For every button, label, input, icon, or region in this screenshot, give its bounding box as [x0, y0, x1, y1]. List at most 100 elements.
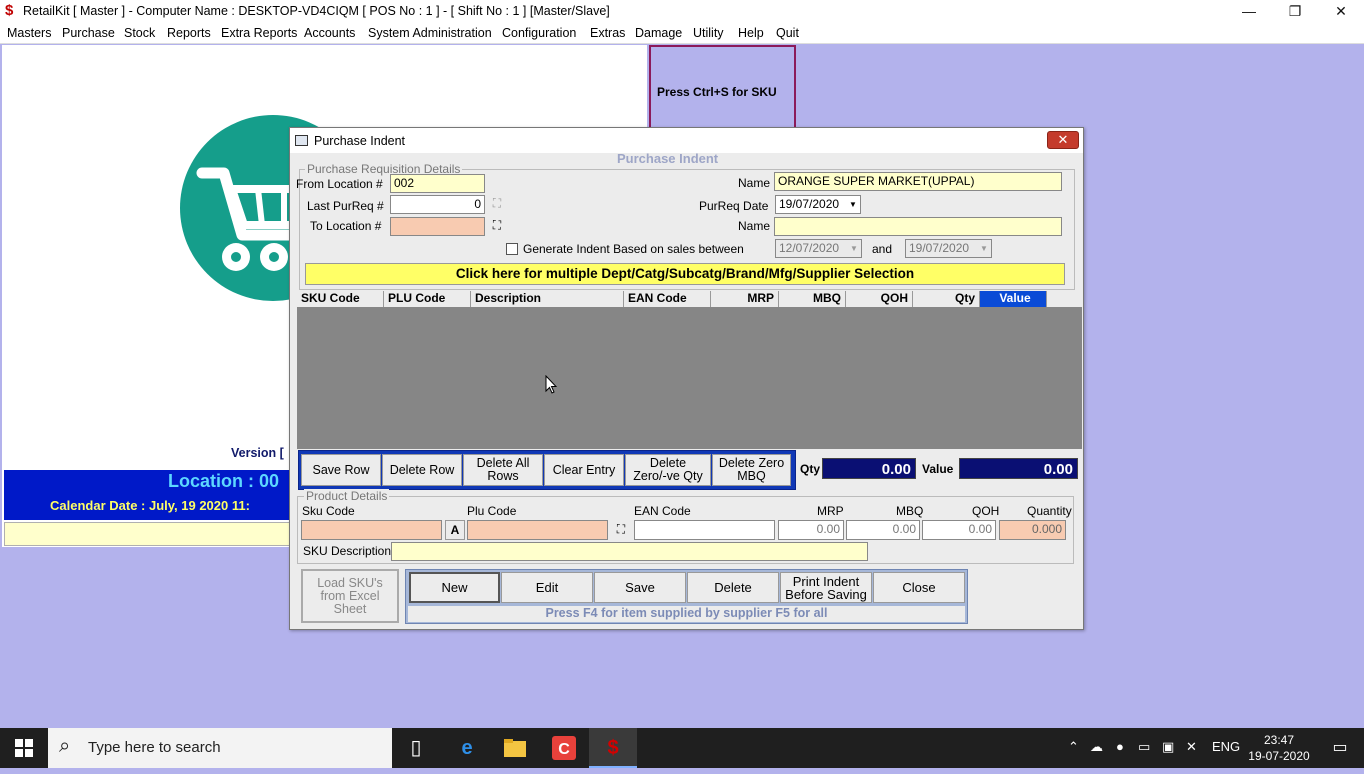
menu-bar: Masters Purchase Stock Reports Extra Rep…: [0, 23, 1364, 44]
quantity-input[interactable]: 0.000: [999, 520, 1066, 540]
svg-text:C: C: [558, 741, 570, 758]
name-label: Name: [738, 176, 771, 190]
col-value[interactable]: Value: [980, 291, 1047, 307]
sku-description-input[interactable]: [391, 542, 868, 561]
chevron-up-icon[interactable]: ⌃: [1068, 739, 1079, 755]
binoculars-search-icon[interactable]: ⛶: [487, 194, 507, 214]
menu-reports[interactable]: Reports: [167, 26, 211, 40]
delete-label: Delete: [714, 580, 752, 595]
plu-code-input[interactable]: [467, 520, 608, 540]
retailkit-taskbar-icon[interactable]: $: [589, 728, 637, 768]
mrp-input[interactable]: 0.00: [778, 520, 844, 540]
file-explorer-icon[interactable]: [491, 728, 539, 768]
window-icon: [295, 135, 308, 146]
new-button[interactable]: New: [409, 572, 500, 603]
generate-indent-checkbox[interactable]: [506, 243, 518, 255]
col-qoh[interactable]: QOH: [846, 291, 913, 307]
chevron-down-icon[interactable]: ▼: [847, 198, 859, 211]
menu-configuration[interactable]: Configuration: [502, 26, 576, 40]
mbq-input[interactable]: 0.00: [846, 520, 920, 540]
delete-zero-mbq-button[interactable]: Delete Zero MBQ: [712, 454, 791, 486]
col-sku-code[interactable]: SKU Code: [297, 291, 384, 307]
delete-row-button[interactable]: Delete Row: [382, 454, 462, 486]
delete-zero-qty-button[interactable]: Delete Zero/-ve Qty: [625, 454, 711, 486]
col-plu-code[interactable]: PLU Code: [384, 291, 471, 307]
a-button[interactable]: A: [445, 520, 465, 540]
menu-damage[interactable]: Damage: [635, 26, 682, 40]
col-mrp[interactable]: MRP: [711, 291, 779, 307]
col-ean-code[interactable]: EAN Code: [624, 291, 711, 307]
windows-start-icon[interactable]: [0, 728, 48, 768]
clear-entry-button[interactable]: Clear Entry: [544, 454, 624, 486]
sales-from-date-picker[interactable]: 12/07/2020 ▼: [775, 239, 862, 258]
chevron-down-icon[interactable]: ▼: [848, 242, 860, 255]
menu-system-administration[interactable]: System Administration: [368, 26, 492, 40]
load-from-excel-button[interactable]: Load SKU's from Excel Sheet: [301, 569, 399, 623]
menu-quit[interactable]: Quit: [776, 26, 799, 40]
delete-mbq-label-2: MBQ: [737, 469, 766, 483]
name2-label: Name: [738, 219, 771, 233]
delete-button[interactable]: Delete: [687, 572, 779, 603]
qty-total-value: 0.00: [822, 458, 916, 479]
col-description[interactable]: Description: [471, 291, 624, 307]
menu-purchase[interactable]: Purchase: [62, 26, 115, 40]
binoculars-product-icon[interactable]: ⛶: [611, 520, 631, 540]
edit-button[interactable]: Edit: [501, 572, 593, 603]
name-input[interactable]: ORANGE SUPER MARKET(UPPAL): [774, 172, 1062, 191]
from-location-input[interactable]: 002: [390, 174, 485, 193]
close-window-button[interactable]: ✕: [1318, 0, 1364, 23]
microphone-icon[interactable]: ●: [1116, 739, 1124, 754]
qoh-input[interactable]: 0.00: [922, 520, 996, 540]
task-view-icon[interactable]: ▯: [392, 728, 440, 768]
ean-code-label: EAN Code: [634, 504, 691, 518]
close-button[interactable]: Close: [873, 572, 965, 603]
purchase-indent-dialog: Purchase Indent ✕ Purchase Indent Purcha…: [289, 127, 1084, 630]
taskbar: ⌕ Type here to search ▯ e C $ ⌃ ☁ ● ▭ ▣ …: [0, 728, 1364, 768]
col-qty[interactable]: Qty: [913, 291, 980, 307]
system-clock[interactable]: 23:47 19-07-2020: [1246, 732, 1312, 764]
menu-help[interactable]: Help: [738, 26, 764, 40]
delete-row-label: Delete Row: [389, 462, 455, 477]
mrp-label: MRP: [817, 504, 844, 518]
last-purreq-input[interactable]: 0: [390, 195, 485, 214]
dialog-close-button[interactable]: ✕: [1047, 131, 1079, 149]
binoculars-lookup-icon[interactable]: ⛶: [487, 216, 507, 236]
ean-code-input[interactable]: [634, 520, 775, 540]
generate-indent-label: Generate Indent Based on sales between: [523, 242, 744, 256]
multiple-selection-button[interactable]: Click here for multiple Dept/Catg/Subcat…: [305, 263, 1065, 285]
menu-masters[interactable]: Masters: [7, 26, 51, 40]
menu-utility[interactable]: Utility: [693, 26, 724, 40]
save-button[interactable]: Save: [594, 572, 686, 603]
taskbar-search[interactable]: ⌕ Type here to search: [48, 728, 392, 768]
save-row-button[interactable]: Save Row: [301, 454, 381, 486]
language-indicator[interactable]: ENG: [1212, 739, 1240, 754]
menu-stock[interactable]: Stock: [124, 26, 155, 40]
onedrive-cloud-icon[interactable]: ☁: [1090, 739, 1103, 755]
menu-extra-reports[interactable]: Extra Reports: [221, 26, 297, 40]
name2-input[interactable]: [774, 217, 1062, 236]
col-mbq[interactable]: MBQ: [779, 291, 846, 307]
row-actions-strip: Save Row Delete Row Delete All Rows Clea…: [298, 450, 796, 490]
app-c-icon[interactable]: C: [540, 728, 588, 768]
purreq-date-picker[interactable]: 19/07/2020 ▼: [775, 195, 861, 214]
menu-accounts[interactable]: Accounts: [304, 26, 355, 40]
print-indent-button[interactable]: Print Indent Before Saving: [780, 572, 872, 603]
notification-icon[interactable]: ▭: [1316, 728, 1364, 768]
qty-total-label: Qty: [800, 462, 821, 476]
storage-icon[interactable]: ▭: [1138, 739, 1150, 755]
status-strip: [4, 522, 324, 546]
to-location-input[interactable]: [390, 217, 485, 236]
chevron-down-icon[interactable]: ▼: [978, 242, 990, 255]
delete-all-rows-button[interactable]: Delete All Rows: [463, 454, 543, 486]
restore-button[interactable]: ❐: [1272, 0, 1318, 23]
sales-to-date-picker[interactable]: 19/07/2020 ▼: [905, 239, 992, 258]
volume-muted-icon[interactable]: ✕: [1186, 739, 1197, 755]
dialog-heading: Purchase Indent: [617, 151, 719, 166]
sku-code-input[interactable]: [301, 520, 442, 540]
indent-items-grid[interactable]: SKU Code PLU Code Description EAN Code M…: [297, 291, 1082, 449]
menu-extras[interactable]: Extras: [590, 26, 625, 40]
minimize-button[interactable]: —: [1226, 0, 1272, 23]
edge-browser-icon[interactable]: e: [443, 728, 491, 768]
dialog-title-bar: Purchase Indent: [290, 128, 1083, 153]
network-icon[interactable]: ▣: [1162, 739, 1174, 755]
